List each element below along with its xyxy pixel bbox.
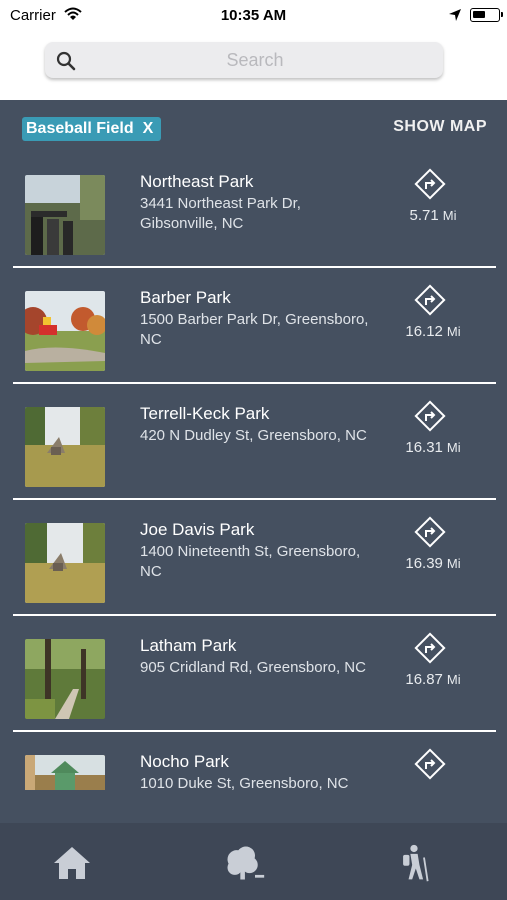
search-header [0,32,507,100]
park-distance: 16.31 Mi [388,439,478,456]
filter-chip-label: Baseball Field [26,120,134,137]
park-row[interactable]: Terrell-Keck Park 420 N Dudley St, Green… [0,382,507,500]
park-name: Terrell-Keck Park [140,404,270,423]
show-map-button[interactable]: SHOW MAP [393,118,487,136]
distance-unit: Mi [446,324,461,339]
park-list[interactable]: Northeast Park 3441 Northeast Park Dr, G… [0,150,507,790]
park-address: 1500 Barber Park Dr, Greensboro, NC [140,311,369,348]
directions-icon[interactable] [414,516,446,548]
park-photo [25,291,105,371]
park-address: 3441 Northeast Park Dr, Gibsonville, NC [140,195,301,232]
park-name: Nocho Park [140,752,229,771]
park-row[interactable]: Northeast Park 3441 Northeast Park Dr, G… [0,150,507,268]
park-name: Northeast Park [140,172,254,191]
filter-remove-button[interactable]: X [143,117,154,141]
park-name: Barber Park [140,288,231,307]
park-distance: 16.87 Mi [388,671,478,688]
park-photo [25,639,105,719]
distance-unit: Mi [442,208,457,223]
location-arrow-icon [449,9,461,21]
park-row[interactable]: Nocho Park 1010 Duke St, Greensboro, NC [0,730,507,790]
tree-icon[interactable] [222,843,266,883]
park-address: 1010 Duke St, Greensboro, NC [140,775,349,790]
status-bar: Carrier 10:35 AM [0,0,507,32]
directions-icon[interactable] [414,632,446,664]
directions-icon[interactable] [414,400,446,432]
home-icon[interactable] [50,843,94,883]
search-bar[interactable] [45,42,443,78]
park-row[interactable]: Joe Davis Park 1400 Nineteenth St, Green… [0,498,507,616]
park-row[interactable]: Barber Park 1500 Barber Park Dr, Greensb… [0,266,507,384]
distance-value: 5.71 [409,207,439,224]
directions-icon[interactable] [414,748,446,780]
battery-icon [470,8,503,22]
distance-value: 16.39 [405,555,443,572]
park-photo [25,175,105,255]
park-name: Joe Davis Park [140,520,255,539]
park-row[interactable]: Latham Park 905 Cridland Rd, Greensboro,… [0,614,507,732]
park-photo [25,755,105,790]
directions-icon[interactable] [414,168,446,200]
park-distance: 16.12 Mi [388,323,478,340]
hiker-icon[interactable] [392,843,436,883]
filter-chip[interactable]: Baseball Field X [22,117,162,141]
distance-unit: Mi [446,556,461,571]
park-distance: 5.71 Mi [388,207,478,224]
search-icon [56,51,76,71]
distance-value: 16.31 [405,439,443,456]
park-distance: 16.39 Mi [388,555,478,572]
distance-unit: Mi [446,672,461,687]
clock: 10:35 AM [220,7,287,24]
park-address: 1400 Nineteenth St, Greensboro, NC [140,543,361,580]
park-address: 905 Cridland Rd, Greensboro, NC [140,659,366,676]
tab-bar [0,823,507,900]
distance-value: 16.12 [405,323,443,340]
directions-icon[interactable] [414,284,446,316]
park-address: 420 N Dudley St, Greensboro, NC [140,427,367,444]
distance-unit: Mi [446,440,461,455]
park-photo [25,523,105,603]
park-photo [25,407,105,487]
park-name: Latham Park [140,636,237,655]
search-input[interactable] [85,42,425,78]
distance-value: 16.87 [405,671,443,688]
